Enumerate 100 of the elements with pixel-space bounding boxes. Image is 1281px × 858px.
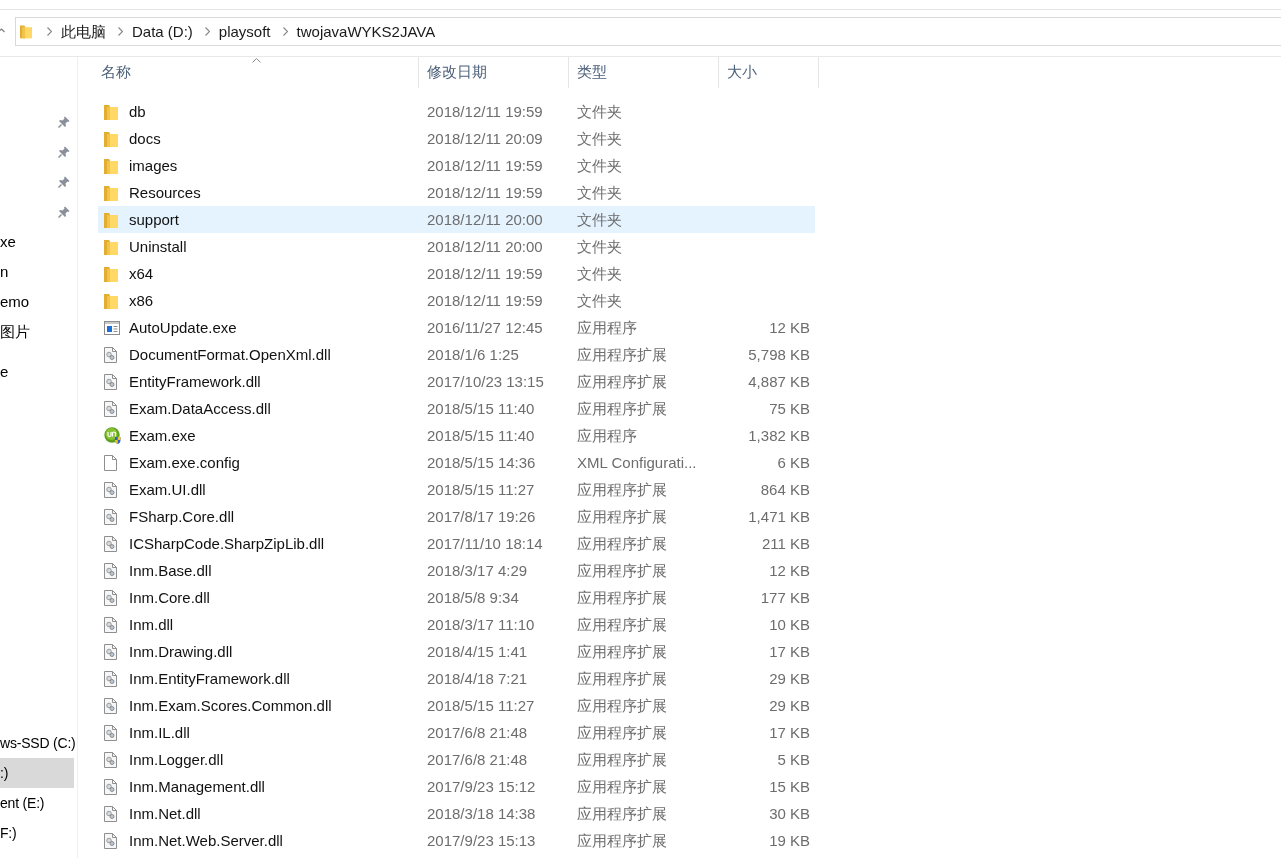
file-type: 应用程序扩展 (577, 722, 667, 743)
folder-icon (104, 103, 118, 120)
modified-date: 2018/3/17 11:10 (427, 614, 535, 635)
file-name: x64 (129, 263, 154, 284)
breadcrumb-link[interactable]: 此电脑 (61, 21, 106, 42)
file-type: 应用程序扩展 (577, 371, 667, 392)
file-type: 文件夹 (577, 290, 622, 311)
gear-file-icon (104, 724, 117, 741)
file-row[interactable]: Exam.exe.config 2018/5/15 14:36 XML Configurati... 6 KB (98, 449, 815, 476)
breadcrumb-link[interactable]: playsoft (218, 21, 271, 42)
file-row[interactable]: x86 2018/12/11 19:59 文件夹 (98, 287, 815, 314)
file-row[interactable]: Exam.DataAccess.dll 2018/5/15 11:40 应用程序扩展 75 KB (98, 395, 815, 422)
modified-date: 2017/11/10 18:14 (427, 533, 543, 554)
file-name: Uninstall (129, 236, 187, 257)
breadcrumb-link[interactable]: twojavaWYKS2JAVA (296, 21, 436, 42)
column-header[interactable]: 大小 (719, 57, 819, 88)
file-row[interactable]: ICSharpCode.SharpZipLib.dll 2017/11/10 18:14 应用程序扩展 211 KB (98, 530, 815, 557)
file-row[interactable]: Inm.Base.dll 2018/3/17 4:29 应用程序扩展 12 KB (98, 557, 815, 584)
file-row[interactable]: Inm.Net.Web.Server.dll 2017/9/23 15:13 应用程序扩展 19 KB (98, 827, 815, 854)
file-row[interactable]: Inm.Management.dll 2017/9/23 15:12 应用程序扩展 15 KB (98, 773, 815, 800)
file-row[interactable]: AutoUpdate.exe 2016/11/27 12:45 应用程序 12 KB (98, 314, 815, 341)
file-row[interactable]: Exam.UI.dll 2018/5/15 11:27 应用程序扩展 864 KB (98, 476, 815, 503)
file-row[interactable]: x64 2018/12/11 19:59 文件夹 (98, 260, 815, 287)
file-row[interactable]: Inm.Exam.Scores.Common.dll 2018/5/15 11:27 应用程序扩展 29 KB (98, 692, 815, 719)
file-size: 211 KB (761, 533, 810, 554)
gear-file-icon (104, 589, 117, 606)
modified-date: 2017/9/23 15:13 (427, 830, 536, 851)
drive-item[interactable]: ws-SSD (C:) (0, 728, 76, 758)
drive-item[interactable]: ent (E:) (0, 788, 74, 818)
sidebar-item[interactable]: xe (0, 232, 16, 252)
file-row[interactable]: Inm.Net.dll 2018/3/18 14:38 应用程序扩展 30 KB (98, 800, 815, 827)
file-type: 应用程序扩展 (577, 560, 667, 581)
gear-file-icon (104, 643, 117, 660)
file-row[interactable]: Exam.exe 2018/5/15 11:40 应用程序 1,382 KB (98, 422, 815, 449)
file-row[interactable]: EntityFramework.dll 2017/10/23 13:15 应用程序扩展 4,887 KB (98, 368, 815, 395)
modified-date: 2016/11/27 12:45 (427, 317, 543, 338)
file-type: 应用程序扩展 (577, 344, 667, 365)
file-name: Inm.IL.dll (129, 722, 190, 743)
modified-date: 2018/4/15 1:41 (427, 641, 528, 662)
drive-item[interactable]: F:) (0, 818, 74, 848)
gear-file-icon (104, 670, 117, 687)
file-type: 应用程序扩展 (577, 695, 667, 716)
modified-date: 2018/5/15 11:40 (427, 398, 535, 419)
file-row[interactable]: Inm.Core.dll 2018/5/8 9:34 应用程序扩展 177 KB (98, 584, 815, 611)
breadcrumb-link[interactable]: Data (D:) (132, 21, 193, 42)
pin-icon[interactable] (58, 146, 70, 158)
file-row[interactable]: images 2018/12/11 19:59 文件夹 (98, 152, 815, 179)
gear-file-icon (104, 697, 117, 714)
column-header[interactable]: 类型 (569, 57, 719, 88)
column-header[interactable]: 修改日期 (419, 57, 569, 88)
file-row[interactable]: docs 2018/12/11 20:09 文件夹 (98, 125, 815, 152)
pin-icon[interactable] (58, 176, 70, 188)
file-name: Resources (129, 182, 201, 203)
file-type: XML Configurati... (577, 452, 697, 473)
file-row[interactable]: Inm.Logger.dll 2017/6/8 21:48 应用程序扩展 5 KB (98, 746, 815, 773)
file-type: 文件夹 (577, 128, 622, 149)
file-row[interactable]: Inm.IL.dll 2017/6/8 21:48 应用程序扩展 17 KB (98, 719, 815, 746)
file-type: 应用程序扩展 (577, 506, 667, 527)
gear-file-icon (104, 373, 117, 390)
modified-date: 2018/12/11 20:00 (427, 209, 543, 230)
pin-icon[interactable] (58, 116, 70, 128)
file-size: 17 KB (769, 641, 810, 662)
column-header[interactable]: 名称 (98, 57, 419, 88)
modified-date: 2018/5/15 11:27 (427, 695, 535, 716)
modified-date: 2018/3/17 4:29 (427, 560, 528, 581)
file-type: 应用程序扩展 (577, 776, 667, 797)
file-row[interactable]: DocumentFormat.OpenXml.dll 2018/1/6 1:25 应用程序扩展 5,798 KB (98, 341, 815, 368)
file-type: 文件夹 (577, 209, 622, 230)
file-type: 应用程序扩展 (577, 830, 667, 851)
folder-icon (20, 24, 32, 39)
drive-item[interactable]: :) (0, 758, 74, 788)
sidebar-item[interactable]: 图片 (0, 322, 30, 342)
file-row[interactable]: Inm.dll 2018/3/17 11:10 应用程序扩展 10 KB (98, 611, 815, 638)
file-row[interactable]: Resources 2018/12/11 19:59 文件夹 (98, 179, 815, 206)
file-row[interactable]: FSharp.Core.dll 2017/8/17 19:26 应用程序扩展 1,471 KB (98, 503, 815, 530)
sidebar-item[interactable]: e (0, 362, 9, 382)
file-row[interactable]: support 2018/12/11 20:00 文件夹 (98, 206, 815, 233)
file-name: Inm.Logger.dll (129, 749, 224, 770)
file-type: 应用程序 (577, 425, 637, 446)
file-type: 应用程序扩展 (577, 587, 667, 608)
folder-icon (104, 157, 118, 174)
file-row[interactable]: Inm.Drawing.dll 2018/4/15 1:41 应用程序扩展 17 KB (98, 638, 815, 665)
sidebar-item[interactable]: emo (0, 292, 30, 312)
file-name: Exam.UI.dll (129, 479, 206, 500)
pin-icon[interactable] (58, 206, 70, 218)
file-size: 4,887 KB (748, 371, 810, 392)
file-name: db (129, 101, 146, 122)
file-type: 应用程序扩展 (577, 533, 667, 554)
file-row[interactable]: Inm.EntityFramework.dll 2018/4/18 7:21 应用程序扩展 29 KB (98, 665, 815, 692)
file-name: AutoUpdate.exe (129, 317, 237, 338)
file-size: 17 KB (769, 722, 810, 743)
file-row[interactable]: Uninstall 2018/12/11 20:00 文件夹 (98, 233, 815, 260)
folder-icon (104, 265, 118, 282)
sidebar-item[interactable]: n (0, 262, 9, 282)
gear-file-icon (104, 751, 117, 768)
file-type: 应用程序扩展 (577, 641, 667, 662)
file-size: 864 KB (760, 479, 810, 500)
file-row[interactable]: db 2018/12/11 19:59 文件夹 (98, 98, 815, 125)
address-bar[interactable]: 此电脑 Data (D:) playsoft twojavaWYKS2JAVA (15, 17, 1281, 46)
file-type: 应用程序扩展 (577, 749, 667, 770)
